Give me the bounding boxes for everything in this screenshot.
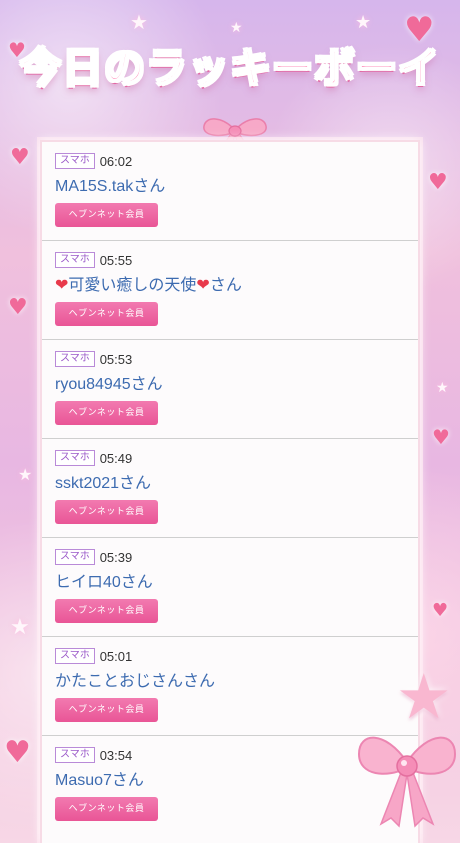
- device-badge: スマホ: [55, 747, 95, 763]
- heart-icon: ♥: [432, 425, 450, 449]
- visit-time: 05:53: [99, 351, 133, 367]
- device-badge: スマホ: [55, 648, 95, 664]
- list-item: スマホ 05:53 ryou84945さん ヘブンネット会員: [42, 340, 418, 439]
- visitor-name: MA15S.takさん: [55, 178, 166, 195]
- device-badge: スマホ: [55, 351, 95, 367]
- visitor-name: Masuo7さん: [55, 772, 144, 789]
- visit-time: 03:54: [99, 747, 133, 763]
- list-item: スマホ 03:54 Masuo7さん ヘブンネット会員: [42, 736, 418, 835]
- list-item: スマホ 05:55 ❤可愛い癒しの天使❤さん ヘブンネット会員: [42, 241, 418, 340]
- visitor-name: ❤可愛い癒しの天使❤さん: [55, 276, 418, 296]
- heart-icon: ♥: [8, 295, 28, 320]
- page: ♥ ♥ ♥ ♥ ♥ ♥ ♥ ♥ ♥ ★ ★ ★ ★ ★ ★ 今日のラッキーボーイ…: [0, 0, 460, 843]
- list-item: スマホ 05:01 かたことおじさんさん ヘブンネット会員: [42, 637, 418, 736]
- star-icon: ★: [18, 465, 33, 484]
- star-icon: ★: [355, 12, 372, 33]
- visit-time: 05:01: [99, 648, 133, 664]
- heart-icon: ♥: [10, 145, 30, 170]
- visit-time: 05:39: [99, 549, 133, 565]
- page-title: 今日のラッキーボーイ: [19, 43, 440, 93]
- visit-time: 06:02: [99, 153, 133, 169]
- member-button[interactable]: ヘブンネット会員: [55, 302, 158, 326]
- visitor-name-main: 可愛い癒しの天使: [68, 277, 197, 294]
- member-button[interactable]: ヘブンネット会員: [55, 401, 158, 425]
- title-banner: 今日のラッキーボーイ: [0, 34, 460, 94]
- star-icon: ★: [436, 380, 449, 396]
- star-icon: ★: [130, 10, 148, 34]
- list-item: スマホ 05:49 sskt2021さん ヘブンネット会員: [42, 439, 418, 538]
- device-badge: スマホ: [55, 252, 95, 268]
- device-badge: スマホ: [55, 450, 95, 466]
- device-badge: スマホ: [55, 153, 95, 169]
- visitor-name: sskt2021さん: [55, 475, 152, 492]
- member-button[interactable]: ヘブンネット会員: [55, 599, 158, 623]
- heart-icon: ♥: [4, 735, 31, 770]
- member-button[interactable]: ヘブンネット会員: [55, 203, 158, 227]
- heart-icon: ❤: [196, 277, 210, 294]
- visitor-name: ryou84945さん: [55, 376, 163, 393]
- lucky-boy-list: スマホ 06:02 MA15S.takさん ヘブンネット会員 スマホ 05:55…: [40, 140, 420, 843]
- member-button[interactable]: ヘブンネット会員: [55, 797, 158, 821]
- star-icon: ★: [10, 615, 30, 640]
- member-button[interactable]: ヘブンネット会員: [55, 698, 158, 722]
- heart-icon: ❤: [55, 277, 69, 294]
- list-item: スマホ 05:39 ヒイロ40さん ヘブンネット会員: [42, 538, 418, 637]
- list-item: スマホ 06:02 MA15S.takさん ヘブンネット会員: [42, 142, 418, 241]
- heart-icon: ♥: [428, 170, 448, 195]
- visitor-name: かたことおじさんさん: [55, 673, 216, 690]
- visit-time: 05:55: [99, 252, 133, 268]
- visit-time: 05:49: [99, 450, 133, 466]
- visitor-name-suffix: さん: [209, 277, 242, 294]
- member-button[interactable]: ヘブンネット会員: [55, 500, 158, 524]
- device-badge: スマホ: [55, 549, 95, 565]
- heart-icon: ♥: [432, 600, 449, 621]
- visitor-name: ヒイロ40さん: [55, 574, 153, 591]
